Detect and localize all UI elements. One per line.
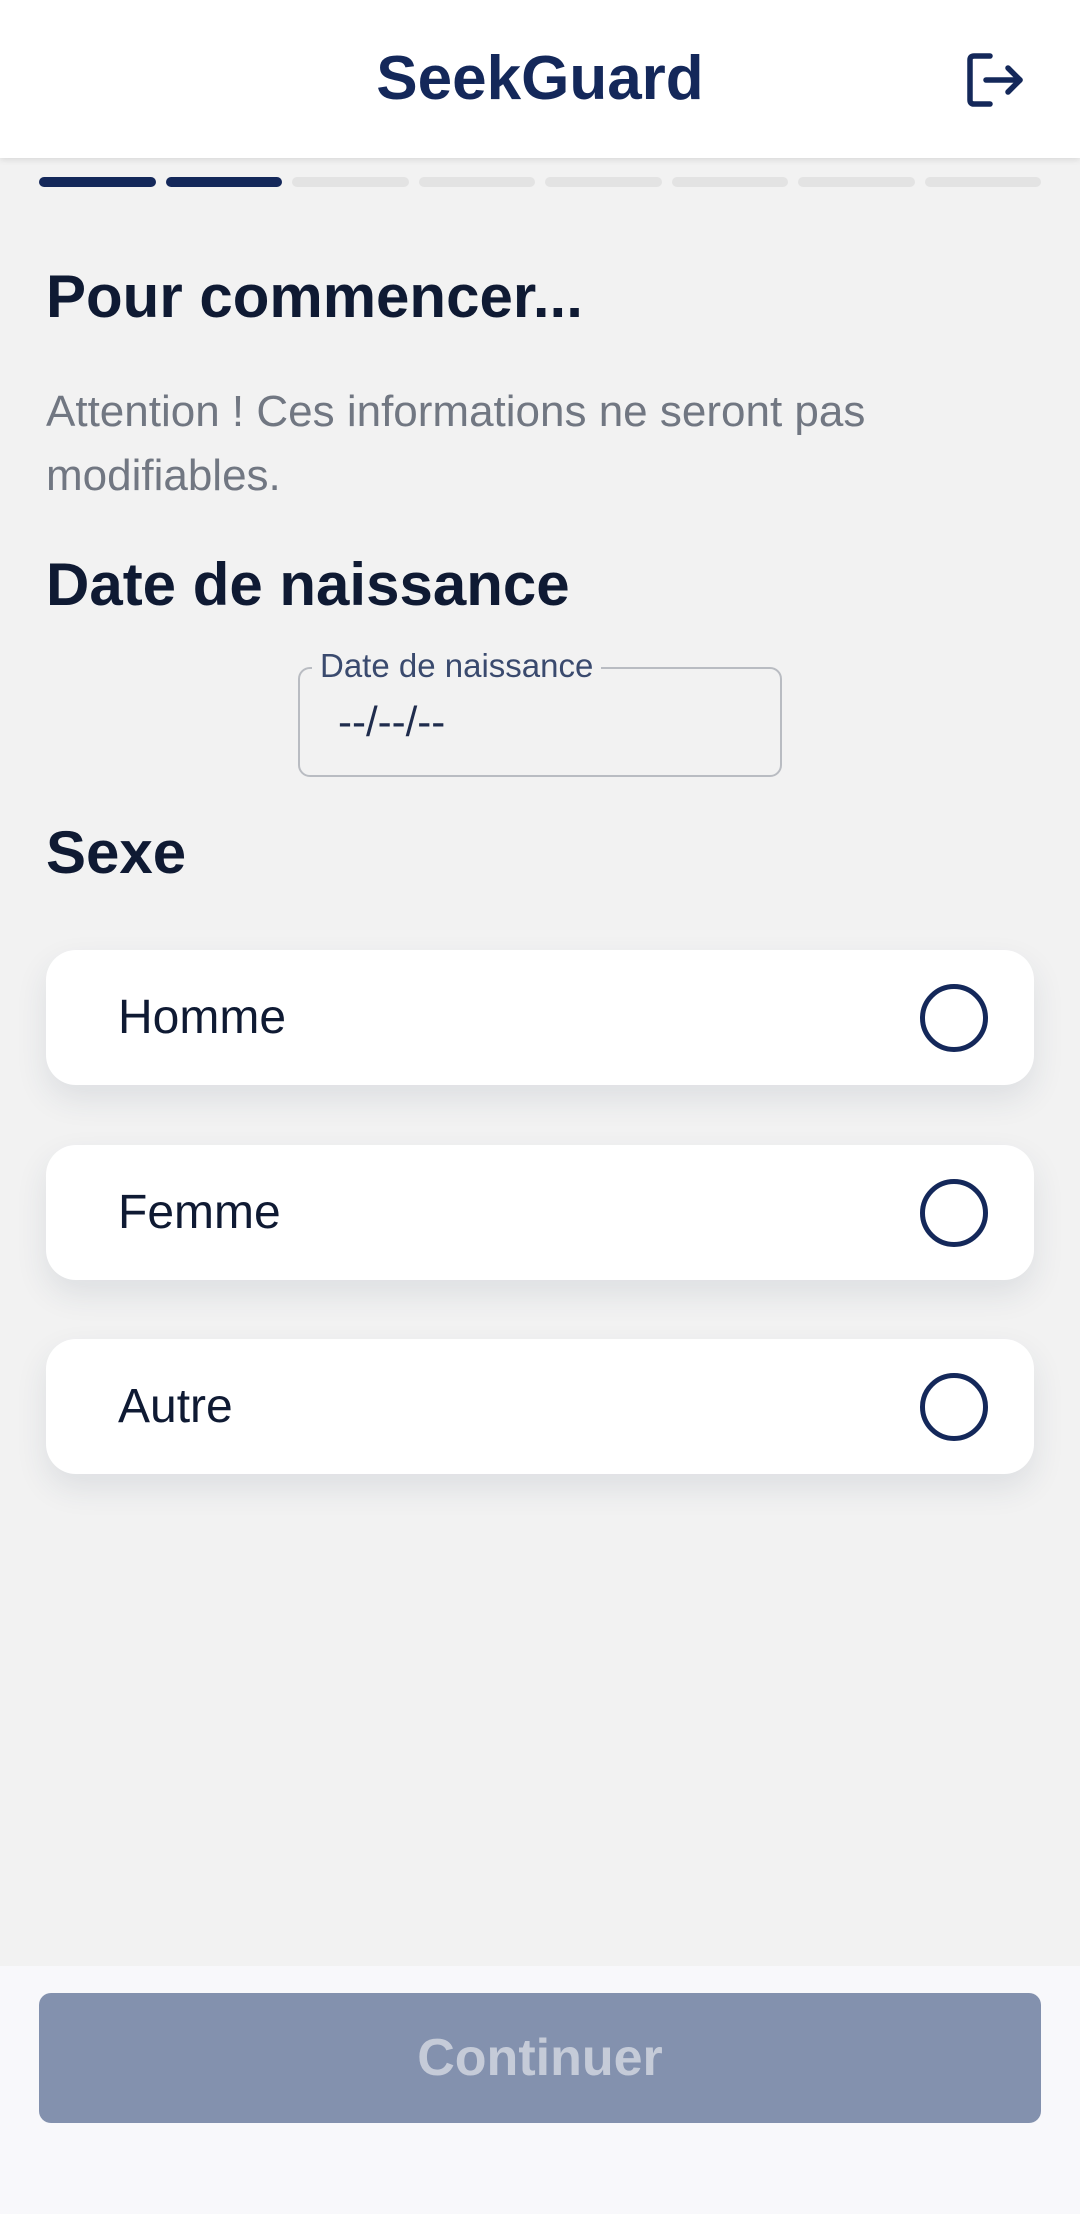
sex-option-label: Homme [118,991,287,1044]
sex-option-femme[interactable]: Femme [46,1145,1034,1280]
sex-option-homme[interactable]: Homme [46,950,1034,1085]
progress-step-pending [418,177,535,187]
dob-field[interactable]: Date de naissance [298,647,782,777]
progress-step-pending [798,177,915,187]
app-header: SeekGuard [0,0,1080,158]
sex-option-label: Autre [118,1380,233,1433]
progress-step-complete [39,177,156,187]
radio-button[interactable] [920,984,988,1052]
progress-step-pending [545,177,662,187]
progress-step-complete [165,177,282,187]
logout-icon [967,53,1023,107]
warning-text: Attention ! Ces informations ne seront p… [46,387,866,500]
app-title: SeekGuard [376,44,704,113]
progress-step-pending [292,177,409,187]
radio-button[interactable] [920,1373,988,1441]
dob-section-title: Date de naissance [46,551,570,618]
radio-button[interactable] [920,1179,988,1247]
dob-input[interactable] [338,669,758,775]
continue-button[interactable]: Continuer [39,1993,1041,2123]
sex-option-autre[interactable]: Autre [46,1339,1034,1474]
progress-step-pending [924,177,1041,187]
progress-step-pending [671,177,788,187]
sex-option-label: Femme [118,1186,281,1239]
logout-button[interactable] [960,46,1032,114]
progress-steps [39,177,1041,188]
sex-section-title: Sexe [46,819,187,886]
page-title: Pour commencer... [46,263,583,330]
